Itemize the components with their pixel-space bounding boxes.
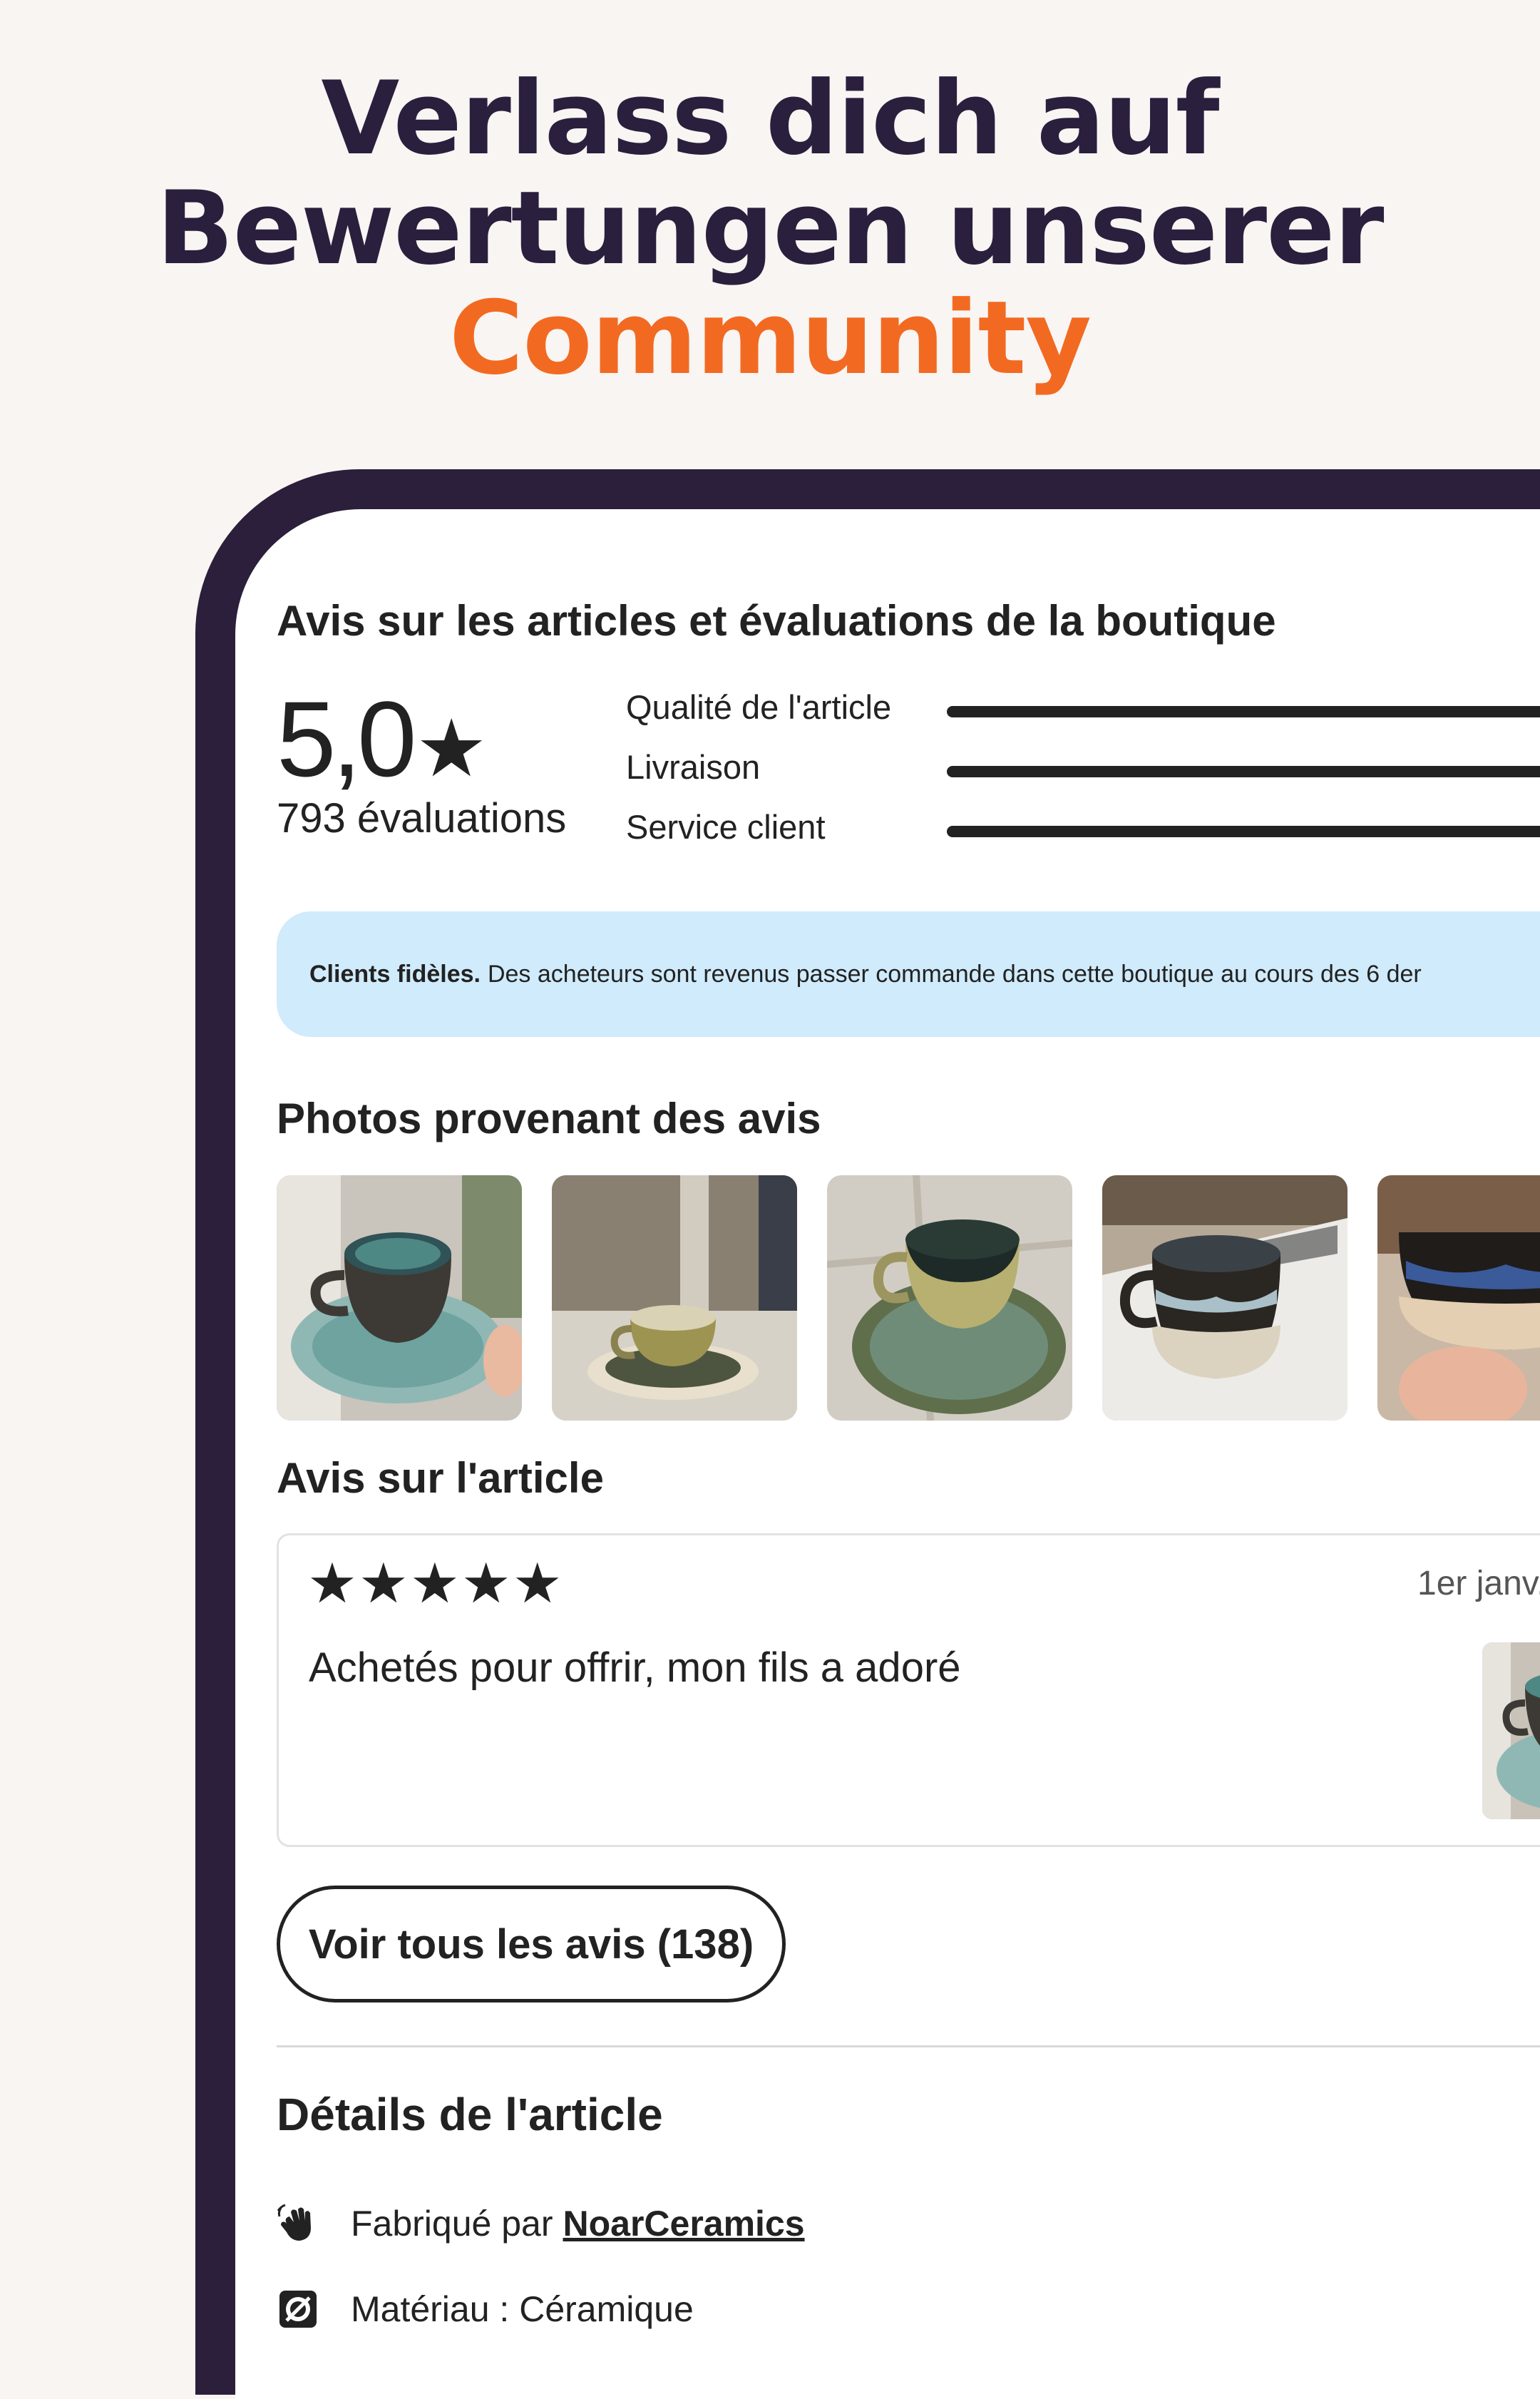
review-photo[interactable] [552,1175,797,1421]
banner-text: Des acheteurs sont revenus passer comman… [487,960,1422,988]
cup-photo-1-image [277,1175,522,1421]
item-details-title: Détails de l'article [277,2089,663,2140]
hero-headline: Verlass dich auf Bewertungen unserer Com… [0,64,1540,394]
material-label: Matériau : Céramique [351,2289,694,2329]
photos-section-title: Photos provenant des avis [277,1095,821,1142]
metric-bar-service [947,826,1540,837]
cup-photo-4-image [1102,1175,1348,1421]
headline-line-1: Verlass dich auf [321,60,1219,178]
headline-line-2: Bewertungen unserer [156,170,1385,287]
hand-wave-icon [277,2202,319,2245]
review-card: ★★★★★ 1er janv. Achetés pour offrir, mon… [277,1533,1540,1847]
review-date: 1er janv. [1417,1565,1540,1602]
metric-label-service: Service client [626,808,826,846]
made-by-label: Fabriqué par [351,2204,553,2244]
review-photo[interactable] [1102,1175,1348,1421]
material-icon [277,2288,319,2331]
cup-photo-5-image [1377,1175,1540,1421]
rating-count: 793 évaluations [277,795,567,842]
star-icon: ★ [415,704,488,793]
made-by-row: Fabriqué par NoarCeramics [277,2202,805,2245]
metric-bar-delivery [947,766,1540,777]
shop-name-link[interactable]: NoarCeramics [563,2203,805,2244]
metric-label-quality: Qualité de l'article [626,688,892,726]
item-reviews-title: Avis sur l'article [277,1454,604,1502]
metric-label-delivery: Livraison [626,748,761,786]
metric-bar-quality [947,706,1540,717]
review-photo[interactable] [277,1175,522,1421]
review-thumbnail-image [1482,1642,1540,1819]
headline-accent: Community [449,280,1092,397]
cup-photo-3-image [827,1175,1072,1421]
tablet-screen: Avis sur les articles et évaluations de … [235,509,1540,2399]
review-star-rating: ★★★★★ [307,1552,564,1615]
see-all-reviews-button[interactable]: Voir tous les avis (138) [277,1886,786,2002]
rating-value: 5,0 [277,679,417,799]
review-thumbnail[interactable] [1482,1642,1540,1819]
review-photo[interactable] [1377,1175,1540,1421]
reviews-section-title: Avis sur les articles et évaluations de … [277,597,1276,645]
material-row: Matériau : Céramique [277,2288,694,2331]
loyal-customers-banner: Clients fidèles. Des acheteurs sont reve… [277,911,1540,1037]
cup-photo-2-image [552,1175,797,1421]
review-text: Achetés pour offrir, mon fils a adoré [309,1644,961,1691]
overall-rating: 5,0 ★ [277,677,487,801]
review-photo[interactable] [827,1175,1072,1421]
banner-bold-label: Clients fidèles. [309,960,481,988]
section-divider [277,2045,1540,2047]
